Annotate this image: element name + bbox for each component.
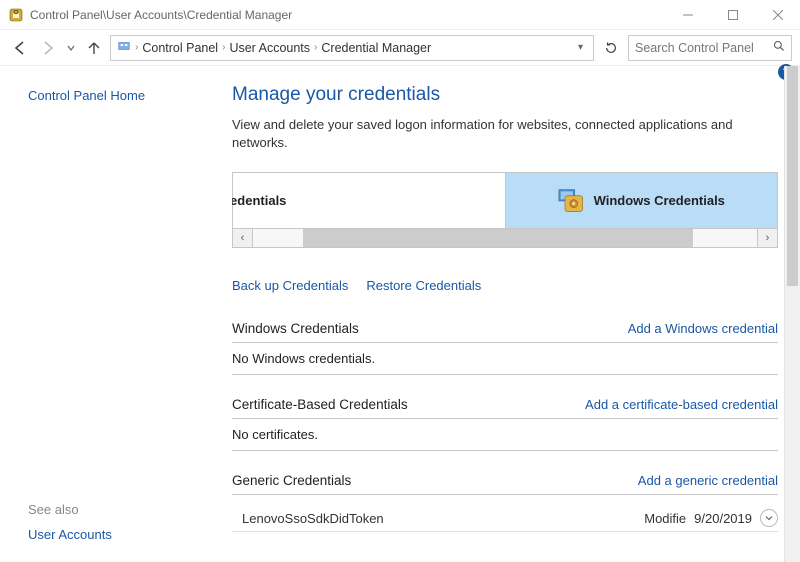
refresh-button[interactable] <box>598 35 624 61</box>
search-icon <box>773 40 785 55</box>
window-controls <box>665 0 800 30</box>
maximize-button[interactable] <box>710 0 755 30</box>
credential-modified-label: Modifie <box>644 511 686 526</box>
section-generic-credentials: Generic Credentials Add a generic creden… <box>232 473 778 532</box>
sidebar: Control Panel Home See also User Account… <box>0 66 232 562</box>
add-windows-credential-link[interactable]: Add a Windows credential <box>628 321 778 336</box>
add-certificate-credential-link[interactable]: Add a certificate-based credential <box>585 397 778 412</box>
credential-actions: Back up Credentials Restore Credentials <box>232 278 778 293</box>
body: Control Panel Home See also User Account… <box>0 66 800 562</box>
credential-row[interactable]: LenovoSsoSdkDidToken Modifie 9/20/2019 <box>232 503 778 532</box>
add-generic-credential-link[interactable]: Add a generic credential <box>638 473 778 488</box>
credential-name: LenovoSsoSdkDidToken <box>242 511 384 526</box>
minimize-button[interactable] <box>665 0 710 30</box>
user-accounts-link[interactable]: User Accounts <box>28 527 232 542</box>
app-icon <box>8 7 24 23</box>
backup-credentials-link[interactable]: Back up Credentials <box>232 278 348 293</box>
section-title: Generic Credentials <box>232 473 351 488</box>
close-button[interactable] <box>755 0 800 30</box>
breadcrumb-item[interactable]: Credential Manager <box>321 41 431 55</box>
section-windows-credentials: Windows Credentials Add a Windows creden… <box>232 321 778 375</box>
scroll-left-button[interactable]: ‹ <box>233 229 253 247</box>
vertical-scrollbar[interactable] <box>784 66 800 562</box>
tab-label: Windows Credentials <box>594 193 725 208</box>
section-empty-text: No Windows credentials. <box>232 351 778 375</box>
section-title: Windows Credentials <box>232 321 359 336</box>
see-also-heading: See also <box>28 502 232 517</box>
recent-locations-dropdown[interactable] <box>64 36 78 60</box>
section-certificate-credentials: Certificate-Based Credentials Add a cert… <box>232 397 778 451</box>
address-bar: › Control Panel › User Accounts › Creden… <box>0 30 800 66</box>
search-input[interactable]: Search Control Panel <box>628 35 792 61</box>
main-content: Manage your credentials View and delete … <box>232 66 800 562</box>
breadcrumb[interactable]: › Control Panel › User Accounts › Creden… <box>110 35 594 61</box>
chevron-right-icon: › <box>314 42 317 53</box>
page-description: View and delete your saved logon informa… <box>232 116 778 152</box>
breadcrumb-item[interactable]: User Accounts <box>229 41 310 55</box>
tab-windows-credentials[interactable]: Windows Credentials <box>505 173 778 228</box>
chevron-right-icon: › <box>222 42 225 53</box>
scroll-right-button[interactable]: › <box>757 229 777 247</box>
nav-forward-button[interactable] <box>36 36 60 60</box>
vault-icon <box>558 187 586 215</box>
tab-web-credentials[interactable]: redentials <box>233 173 505 228</box>
search-placeholder: Search Control Panel <box>635 41 754 55</box>
nav-up-button[interactable] <box>82 36 106 60</box>
scroll-thumb[interactable] <box>787 66 798 286</box>
titlebar: Control Panel\User Accounts\Credential M… <box>0 0 800 30</box>
tab-label: redentials <box>232 193 286 208</box>
page-title: Manage your credentials <box>232 84 778 106</box>
window-title: Control Panel\User Accounts\Credential M… <box>30 8 665 22</box>
nav-back-button[interactable] <box>8 36 32 60</box>
scroll-thumb[interactable] <box>303 229 693 247</box>
restore-credentials-link[interactable]: Restore Credentials <box>366 278 481 293</box>
expand-credential-button[interactable] <box>760 509 778 527</box>
breadcrumb-history-dropdown[interactable]: ▾ <box>578 42 587 53</box>
credential-modified-date: 9/20/2019 <box>694 511 752 526</box>
control-panel-home-link[interactable]: Control Panel Home <box>28 88 232 103</box>
chevron-right-icon: › <box>135 42 138 53</box>
section-empty-text: No certificates. <box>232 427 778 451</box>
scroll-track[interactable] <box>253 229 757 247</box>
breadcrumb-root-icon <box>117 39 131 56</box>
breadcrumb-item[interactable]: Control Panel <box>142 41 218 55</box>
tab-scrollbar[interactable]: ‹ › <box>232 228 778 248</box>
section-title: Certificate-Based Credentials <box>232 397 408 412</box>
credential-type-tabs: redentials Windows Credentials <box>232 172 778 228</box>
